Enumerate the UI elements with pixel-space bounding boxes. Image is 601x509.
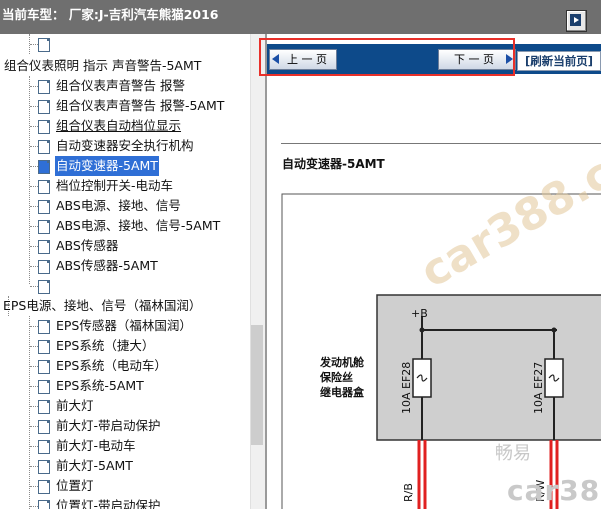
tree-item-label: 组合仪表声音警告 报警 — [56, 78, 185, 93]
tree-scrollbar-thumb[interactable] — [251, 325, 263, 445]
tree-guide-line — [29, 76, 30, 284]
tree-folder[interactable]: 组合仪表照明 指示 声音警告-5AMT — [4, 56, 201, 76]
tree-item-label: 前大灯 — [56, 398, 94, 413]
tree-item-label: 前大灯-5AMT — [56, 458, 133, 473]
tree-item-label: 前大灯-带启动保护 — [56, 418, 161, 433]
tree-item-label: 组合仪表声音警告 报警-5AMT — [56, 98, 225, 113]
tree-guide-line — [29, 316, 30, 509]
tree-item-label: 前大灯-电动车 — [56, 438, 136, 453]
tree-item-label: 自动变速器-5AMT — [55, 156, 159, 176]
tree-item-label: 位置灯-带启动保护 — [56, 498, 161, 509]
circuit-tree: 组合仪表照明 指示 声音警告-5AMT 组合仪表声音警告 报警 组合仪表声音警告… — [0, 34, 250, 509]
tree-item-label: EPS系统（电动车） — [56, 358, 167, 373]
plus-b-label: +B — [411, 307, 428, 320]
fuse1-label: 10A EF28 — [400, 362, 413, 414]
diagram-title: 自动变速器-5AMT — [282, 157, 385, 171]
fuse2-label: 10A EF27 — [532, 362, 545, 414]
content-pane: 上 一 页 下 一 页 [刷新当前页] 自动变速器-5AMT +B 10A EF… — [267, 34, 601, 509]
box-label-line1: 发动机舱 — [319, 355, 365, 369]
highlight-box — [259, 38, 515, 76]
wiring-diagram: +B 10A EF28 10A EF27 发动机舱 保险丝 继电器盒 R/B R… — [281, 193, 601, 509]
tree-item-label: 档位控制开关-电动车 — [56, 178, 174, 193]
tree-item-label: ABS传感器 — [56, 238, 119, 253]
title-bar: 当前车型： 厂家:J-吉利汽车熊猫2016 — [0, 0, 601, 34]
junction-dot — [551, 327, 557, 333]
tree-item-label: 自动变速器安全执行机构 — [56, 138, 194, 153]
tree-item-label: EPS系统（捷大） — [56, 338, 155, 353]
panel-toggle-button[interactable] — [566, 10, 587, 32]
junction-dot — [419, 327, 425, 333]
box-label-line3: 继电器盒 — [320, 385, 365, 399]
tree-item-label: EPS传感器（福林国润） — [56, 318, 192, 333]
wire1-label: R/B — [402, 483, 415, 502]
panel-toggle-icon — [570, 14, 581, 26]
tree-item-label: ABS传感器-5AMT — [56, 258, 158, 273]
box-label-line2: 保险丝 — [319, 370, 353, 384]
tree-item-label: EPS系统-5AMT — [56, 378, 144, 393]
tree-folder[interactable]: EPS电源、接地、信号（福林国润） — [3, 296, 201, 316]
vehicle-title: 当前车型： 厂家:J-吉利汽车熊猫2016 — [2, 7, 219, 22]
watermark-small: 畅易 — [495, 443, 531, 464]
content-divider — [281, 143, 601, 144]
refresh-page-button[interactable]: [刷新当前页] — [517, 51, 601, 71]
tree-item-label: 组合仪表自动档位显示 — [56, 118, 182, 133]
tree-item-label: 位置灯 — [56, 478, 94, 493]
tree-item-label: ABS电源、接地、信号 — [56, 198, 181, 213]
watermark-bottom: car388.c — [507, 474, 601, 507]
tree-item-label: ABS电源、接地、信号-5AMT — [56, 218, 221, 233]
